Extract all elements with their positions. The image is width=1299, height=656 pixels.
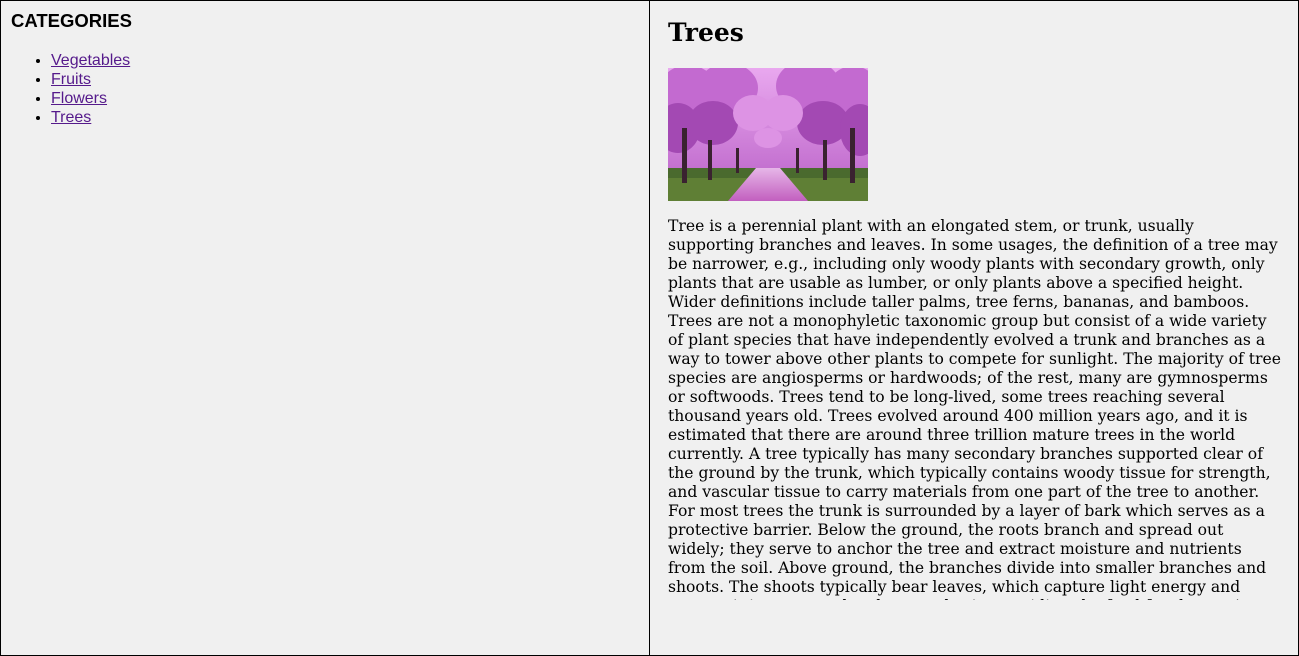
cherry-blossom-tree-avenue-image — [668, 68, 868, 201]
article-frame: Trees Tree is a perennial plant with an … — [649, 0, 1299, 656]
article-title: Trees — [668, 18, 744, 47]
category-list: Vegetables Fruits Flowers Trees — [11, 51, 130, 127]
category-link-trees[interactable]: Trees — [51, 109, 91, 126]
list-item: Flowers — [51, 89, 130, 108]
category-link-fruits[interactable]: Fruits — [51, 71, 91, 88]
list-item: Trees — [51, 108, 130, 127]
list-item: Vegetables — [51, 51, 130, 70]
article-body: Tree is a perennial plant with an elonga… — [668, 217, 1281, 600]
categories-heading: CATEGORIES — [11, 10, 132, 31]
category-link-flowers[interactable]: Flowers — [51, 90, 107, 107]
categories-frame: CATEGORIES Vegetables Fruits Flowers Tre… — [0, 0, 650, 656]
category-link-vegetables[interactable]: Vegetables — [51, 52, 130, 69]
list-item: Fruits — [51, 70, 130, 89]
